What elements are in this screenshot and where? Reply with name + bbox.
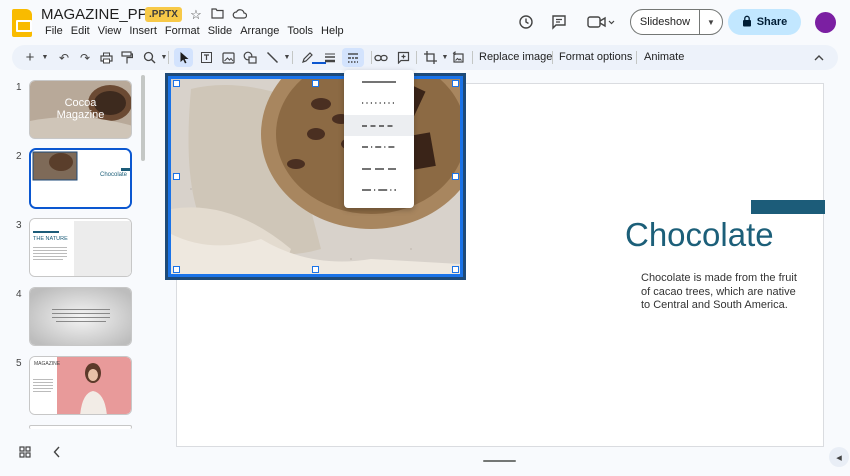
toolbar: + ▼ ↶ ↷ ▼ ▼ ▼ Replace image Format optio… [12, 45, 838, 70]
animate-button[interactable]: Animate [644, 51, 684, 63]
slide-body-text[interactable]: Chocolate is made from the fruit of caca… [641, 272, 797, 313]
resize-handle-se[interactable] [452, 266, 459, 273]
selected-chocolate-image[interactable] [165, 73, 466, 280]
file-type-badge: .PPTX [145, 7, 182, 22]
collapse-toolbar-icon[interactable] [811, 48, 827, 67]
slide-number: 3 [16, 220, 22, 231]
resize-handle-sw[interactable] [173, 266, 180, 273]
border-dash-menu [344, 70, 414, 208]
slide-thumbnail-2[interactable]: Chocolate [29, 148, 132, 209]
menu-edit[interactable]: Edit [67, 24, 94, 38]
cloud-status-icon[interactable] [231, 7, 247, 23]
dash-option-long-dash-dot[interactable] [344, 179, 414, 200]
resize-handle-w[interactable] [173, 173, 180, 180]
toolbar-divider [371, 51, 372, 64]
version-history-icon[interactable] [515, 11, 537, 33]
shape-icon[interactable] [242, 48, 258, 67]
text-box-icon[interactable] [198, 48, 214, 67]
resize-handle-nw[interactable] [173, 80, 180, 87]
thumb-title: Chocolate [100, 172, 128, 178]
slide-thumbnail-5[interactable]: MAGAZINE [29, 356, 132, 415]
border-weight-icon[interactable] [322, 48, 338, 67]
border-color-icon[interactable] [299, 48, 315, 67]
dash-option-dotted[interactable] [344, 92, 414, 113]
dash-option-dash-dot[interactable] [344, 136, 414, 157]
resize-handle-ne[interactable] [452, 80, 459, 87]
menu-insert[interactable]: Insert [125, 24, 161, 38]
toolbar-divider [636, 51, 637, 64]
slideshow-label[interactable]: Slideshow [631, 10, 700, 34]
toolbar-divider [472, 51, 473, 64]
crop-icon[interactable] [422, 48, 438, 67]
grid-view-icon[interactable] [14, 441, 36, 463]
menu-tools[interactable]: Tools [283, 24, 317, 38]
insert-link-icon[interactable] [373, 48, 389, 67]
slide-number: 1 [16, 82, 22, 93]
menu-file[interactable]: File [41, 24, 67, 38]
undo-icon[interactable]: ↶ [56, 48, 72, 67]
slide-number: 4 [16, 289, 22, 300]
format-options-button[interactable]: Format options [559, 51, 632, 63]
reset-image-icon[interactable] [450, 48, 466, 67]
lock-icon [742, 15, 752, 30]
dash-option-dashed[interactable] [344, 115, 414, 136]
replace-image-button[interactable]: Replace image [479, 51, 552, 63]
meet-icon[interactable] [586, 11, 616, 33]
slide-thumbnail-1[interactable]: Cocoa Magazine [29, 80, 132, 139]
slide-number: 2 [16, 151, 22, 162]
thumb-title: Cocoa Magazine [56, 97, 105, 121]
avatar[interactable] [815, 12, 836, 33]
dash-option-solid[interactable] [344, 71, 414, 92]
slide-title[interactable]: Chocolate [625, 216, 774, 254]
slideshow-dropdown-icon[interactable]: ▼ [700, 18, 722, 27]
menu-help[interactable]: Help [317, 24, 348, 38]
filmstrip-scrollbar[interactable] [141, 75, 145, 161]
redo-icon[interactable]: ↷ [77, 48, 93, 67]
menu-bar: File Edit View Insert Format Slide Arran… [41, 24, 348, 38]
menu-arrange[interactable]: Arrange [236, 24, 283, 38]
slide-thumbnail-3[interactable]: THE NATURE [29, 218, 132, 277]
move-folder-icon[interactable] [209, 7, 225, 23]
slides-logo-icon[interactable] [12, 9, 32, 37]
slide-thumbnail-6[interactable] [29, 425, 132, 429]
zoom-dropdown-icon[interactable]: ▼ [156, 48, 172, 67]
toolbar-divider [416, 51, 417, 64]
collapse-filmstrip-icon[interactable] [46, 441, 68, 463]
slide-number: 5 [16, 358, 22, 369]
thumb-heading: MAGAZINE [34, 361, 61, 367]
slide-thumbnail-4[interactable] [29, 287, 132, 346]
share-label: Share [756, 16, 788, 28]
comments-icon[interactable] [548, 11, 570, 33]
paint-format-icon[interactable] [119, 48, 135, 67]
resize-handle-n[interactable] [312, 80, 319, 87]
insert-image-icon[interactable] [220, 48, 236, 67]
border-dash-icon[interactable] [342, 48, 364, 67]
thumb-heading: THE NATURE [33, 236, 68, 242]
speaker-notes-handle[interactable] [483, 460, 516, 462]
menu-view[interactable]: View [94, 24, 126, 38]
accent-bar[interactable] [751, 200, 825, 214]
line-icon[interactable] [264, 48, 280, 67]
slideshow-button[interactable]: Slideshow ▼ [630, 9, 723, 35]
resize-handle-s[interactable] [312, 266, 319, 273]
menu-format[interactable]: Format [161, 24, 204, 38]
chocolate-photo [171, 79, 460, 274]
new-slide-dropdown-icon[interactable]: ▼ [37, 48, 53, 67]
toolbar-divider [168, 51, 169, 64]
dash-option-long-dash[interactable] [344, 158, 414, 179]
select-tool-icon[interactable] [174, 48, 193, 67]
share-button[interactable]: Share [728, 9, 801, 35]
print-icon[interactable] [98, 48, 114, 67]
toolbar-divider [552, 51, 553, 64]
add-comment-icon[interactable] [395, 48, 411, 67]
explore-icon[interactable]: ◂ [829, 447, 849, 467]
star-icon[interactable]: ☆ [188, 7, 204, 23]
toolbar-divider [292, 51, 293, 64]
new-slide-icon[interactable]: + [22, 48, 38, 67]
resize-handle-e[interactable] [452, 173, 459, 180]
zoom-icon[interactable] [141, 48, 157, 67]
menu-slide[interactable]: Slide [204, 24, 236, 38]
